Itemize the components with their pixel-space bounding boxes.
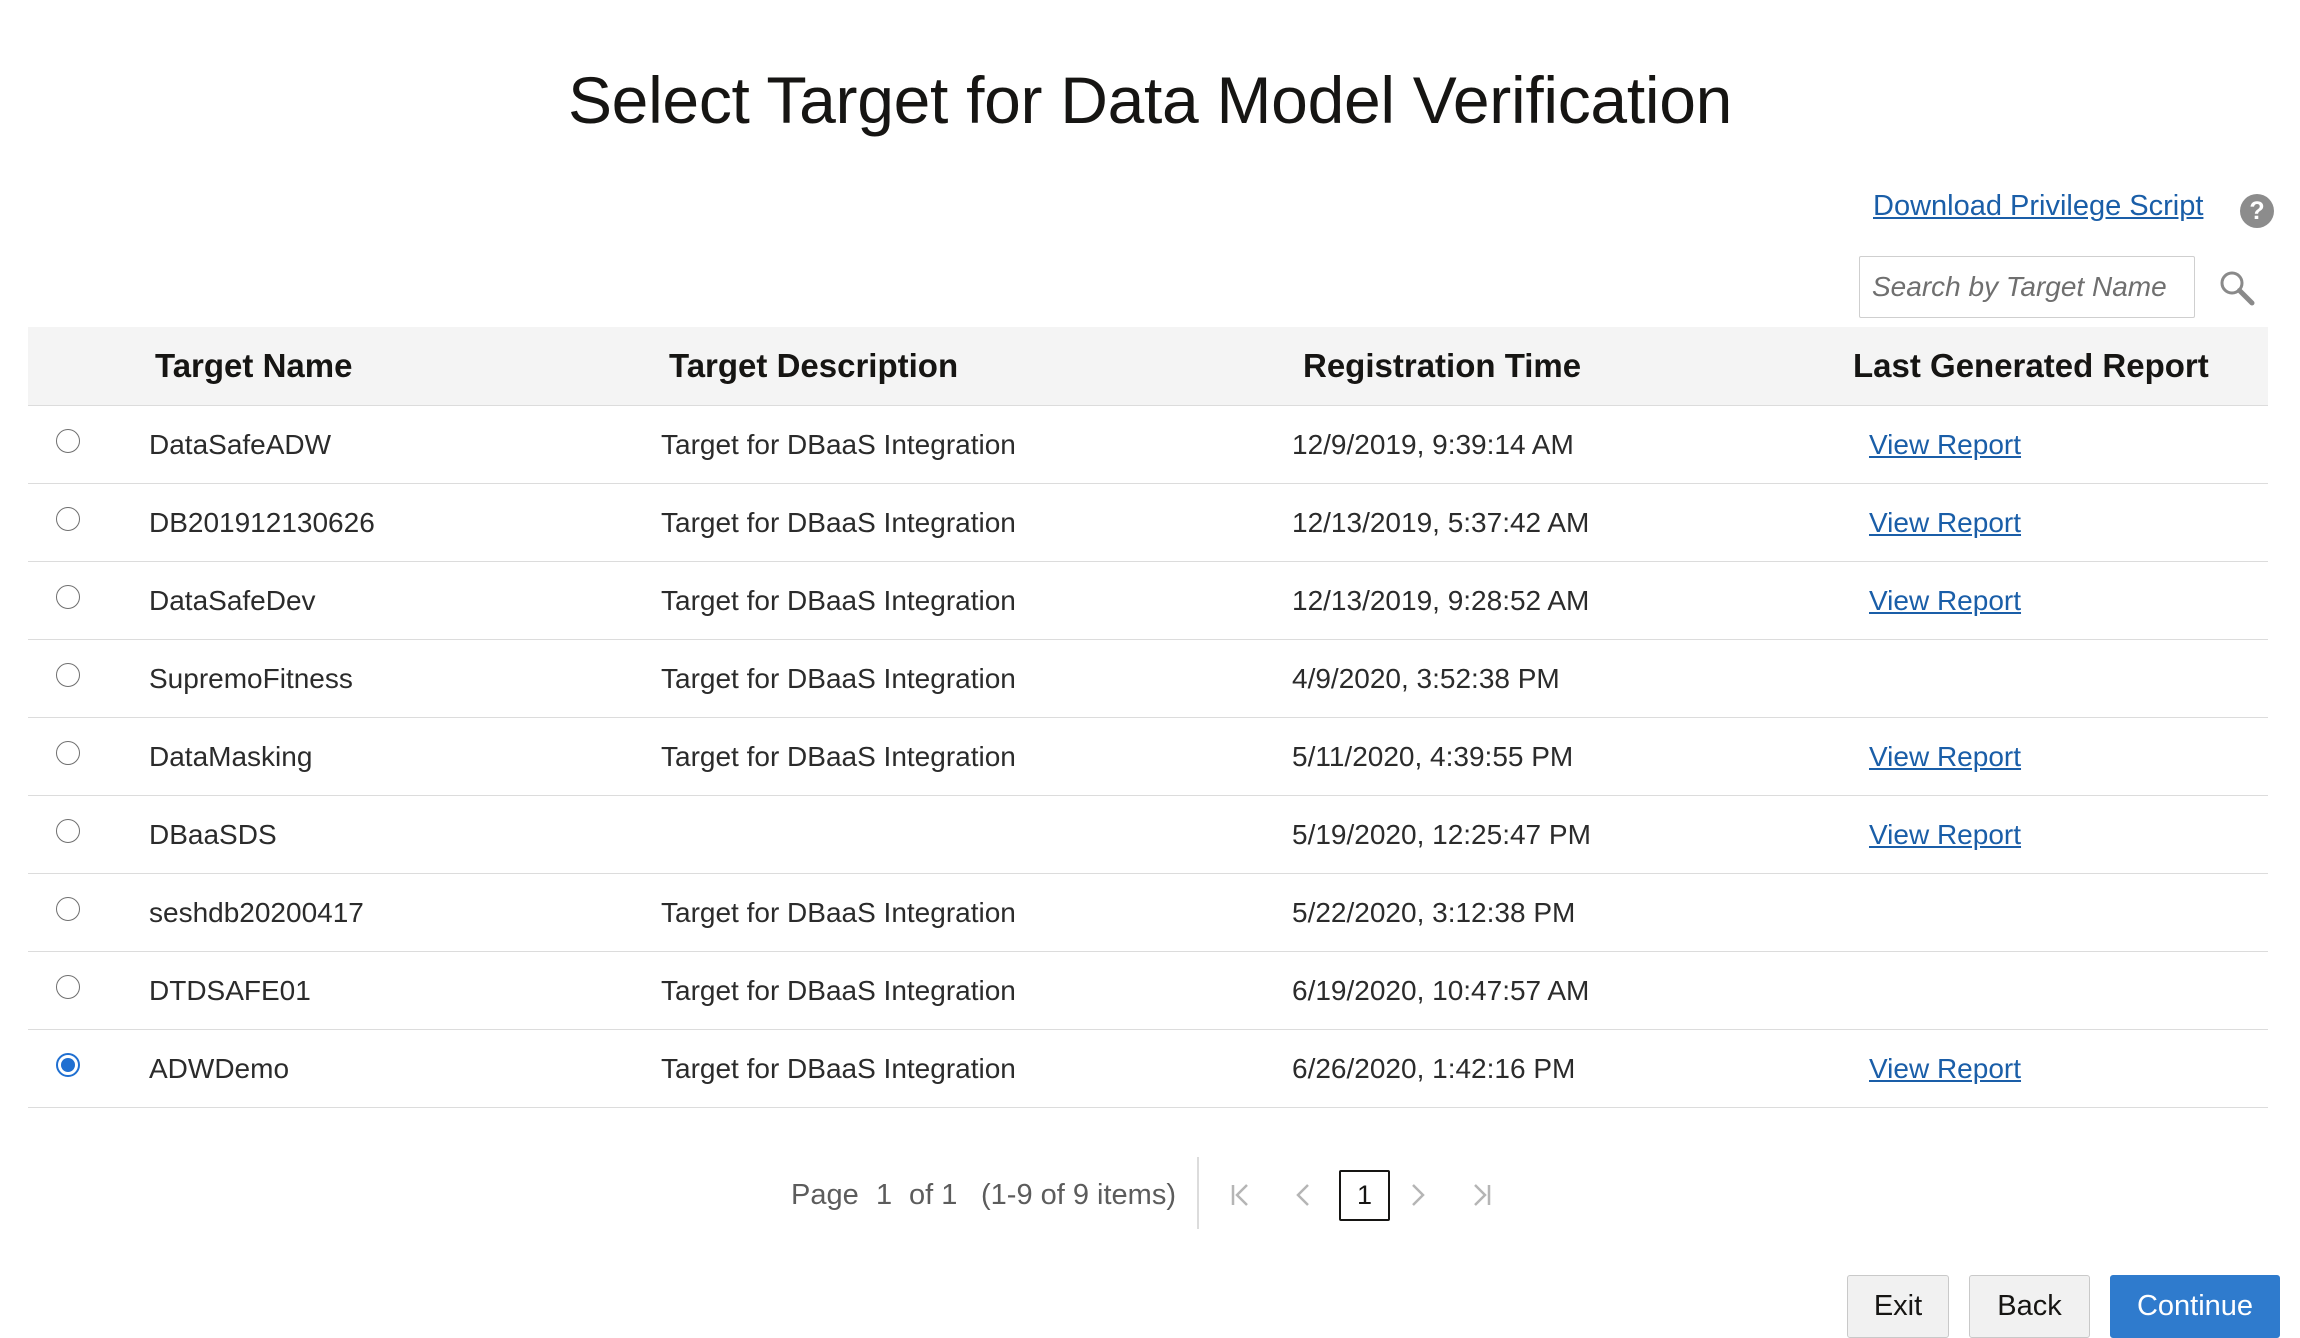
search-input[interactable] xyxy=(1860,257,2194,317)
target-name-cell: DBaaSDS xyxy=(149,819,277,850)
table-row[interactable]: DataSafeADW Target for DBaaS Integration 1… xyxy=(28,406,2268,484)
column-header-target-description[interactable]: Target Description xyxy=(669,327,958,405)
table-row[interactable]: DB201912130626 Target for DBaaS Integrati… xyxy=(28,484,2268,562)
registration-time-cell: 12/13/2019, 5:37:42 AM xyxy=(1292,507,1590,538)
column-header-target-name[interactable]: Target Name xyxy=(155,327,352,405)
pagination-divider xyxy=(1197,1157,1199,1229)
view-report-link[interactable]: View Report xyxy=(1869,484,2021,561)
row-select-radio[interactable] xyxy=(56,819,80,843)
exit-button[interactable]: Exit xyxy=(1847,1275,1949,1338)
target-description-cell: Target for DBaaS Integration xyxy=(661,1053,1016,1084)
column-header-registration-time[interactable]: Registration Time xyxy=(1303,327,1581,405)
back-button[interactable]: Back xyxy=(1969,1275,2090,1338)
target-name-cell: DataSafeADW xyxy=(149,429,332,460)
pagination: Page 1 of 1 (1-9 of 9 items) 1 xyxy=(0,1157,2300,1229)
target-description-cell: Target for DBaaS Integration xyxy=(661,975,1016,1006)
registration-time-cell: 6/26/2020, 1:42:16 PM xyxy=(1292,1053,1576,1084)
search-box xyxy=(1859,256,2195,318)
view-report-link[interactable]: View Report xyxy=(1869,796,2021,873)
help-icon[interactable]: ? xyxy=(2240,194,2274,228)
registration-time-cell: 6/19/2020, 10:47:57 AM xyxy=(1292,975,1590,1006)
row-select-radio[interactable] xyxy=(56,507,80,531)
target-description-cell: Target for DBaaS Integration xyxy=(661,429,1016,460)
table-row[interactable]: DBaaSDS 5/19/2020, 12:25:47 PM View Report xyxy=(28,796,2268,874)
table-row[interactable]: SupremoFitness Target for DBaaS Integrati… xyxy=(28,640,2268,718)
row-select-radio[interactable] xyxy=(56,429,80,453)
row-select-radio[interactable] xyxy=(56,1053,80,1077)
target-description-cell: Target for DBaaS Integration xyxy=(661,897,1016,928)
download-privilege-script-link[interactable]: Download Privilege Script xyxy=(1873,190,2203,223)
registration-time-cell: 5/22/2020, 3:12:38 PM xyxy=(1292,897,1576,928)
row-select-radio[interactable] xyxy=(56,897,80,921)
pagination-current-page[interactable]: 1 xyxy=(876,1165,892,1225)
pagination-of-label: of 1 xyxy=(909,1179,958,1211)
target-description-cell: Target for DBaaS Integration xyxy=(661,507,1016,538)
registration-time-cell: 4/9/2020, 3:52:38 PM xyxy=(1292,663,1560,694)
row-select-radio[interactable] xyxy=(56,741,80,765)
target-description-cell: Target for DBaaS Integration xyxy=(661,663,1016,694)
registration-time-cell: 5/19/2020, 12:25:47 PM xyxy=(1292,819,1591,850)
row-select-radio[interactable] xyxy=(56,663,80,687)
row-select-radio[interactable] xyxy=(56,975,80,999)
target-name-cell: DTDSAFE01 xyxy=(149,975,311,1006)
page-title: Select Target for Data Model Verificatio… xyxy=(567,63,1733,137)
view-report-link[interactable]: View Report xyxy=(1869,718,2021,795)
column-header-last-generated-report[interactable]: Last Generated Report xyxy=(1853,327,2209,405)
search-icon[interactable] xyxy=(2219,270,2255,306)
registration-time-cell: 5/11/2020, 4:39:55 PM xyxy=(1292,741,1574,772)
target-name-cell: seshdb20200417 xyxy=(149,897,364,928)
pagination-items-label: (1-9 of 9 items) xyxy=(981,1179,1176,1211)
table-row[interactable]: DTDSAFE01 Target for DBaaS Integration 6/1… xyxy=(28,952,2268,1030)
view-report-link[interactable]: View Report xyxy=(1869,562,2021,639)
targets-table: Target Name Target Description Registrat… xyxy=(28,327,2268,1108)
page-1-button[interactable]: 1 xyxy=(1339,1170,1390,1221)
continue-button[interactable]: Continue xyxy=(2110,1275,2280,1338)
target-name-cell: DataMasking xyxy=(149,741,313,772)
target-name-cell: ADWDemo xyxy=(149,1053,290,1084)
previous-page-icon[interactable] xyxy=(1284,1175,1324,1215)
target-name-cell: SupremoFitness xyxy=(149,663,353,694)
target-name-cell: DataSafeDev xyxy=(149,585,316,616)
target-description-cell: Target for DBaaS Integration xyxy=(661,585,1016,616)
row-select-radio[interactable] xyxy=(56,585,80,609)
table-header: Target Name Target Description Registrat… xyxy=(28,327,2268,406)
view-report-link[interactable]: View Report xyxy=(1869,1030,2021,1107)
next-page-icon[interactable] xyxy=(1397,1175,1437,1215)
table-row[interactable]: ADWDemo Target for DBaaS Integration 6/26/… xyxy=(28,1030,2268,1108)
table-row[interactable]: seshdb20200417 Target for DBaaS Integrati… xyxy=(28,874,2268,952)
registration-time-cell: 12/9/2019, 9:39:14 AM xyxy=(1292,429,1574,460)
target-description-cell: Target for DBaaS Integration xyxy=(661,741,1016,772)
first-page-icon[interactable] xyxy=(1221,1175,1261,1215)
table-body: DataSafeADW Target for DBaaS Integration 1… xyxy=(28,406,2268,1108)
table-row[interactable]: DataSafeDev Target for DBaaS Integration 1… xyxy=(28,562,2268,640)
table-row[interactable]: DataMasking Target for DBaaS Integration 5… xyxy=(28,718,2268,796)
last-page-icon[interactable] xyxy=(1461,1175,1501,1215)
pagination-page-label: Page xyxy=(791,1179,859,1211)
registration-time-cell: 12/13/2019, 9:28:52 AM xyxy=(1292,585,1590,616)
target-name-cell: DB201912130626 xyxy=(149,507,375,538)
view-report-link[interactable]: View Report xyxy=(1869,406,2021,483)
